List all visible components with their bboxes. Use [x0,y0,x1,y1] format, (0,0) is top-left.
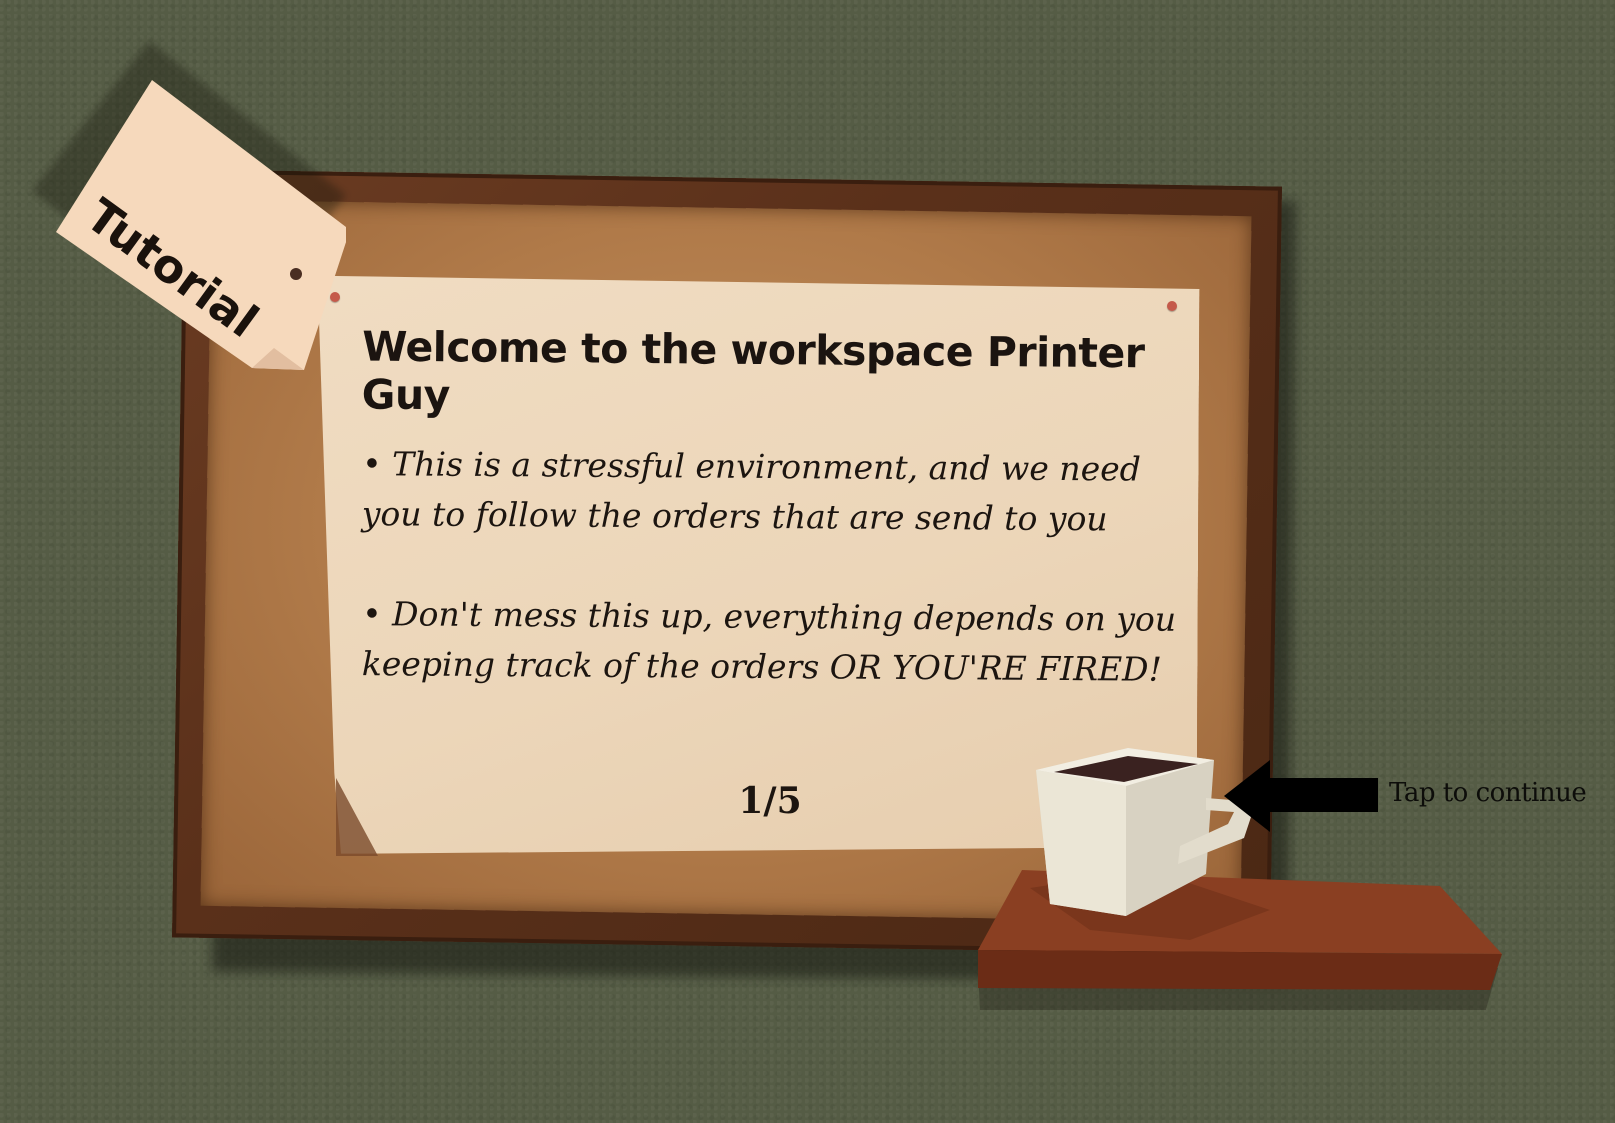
pin-icon [1167,301,1177,311]
tutorial-title: Welcome to the workspace Printer Guy [361,322,1145,420]
page-indicator: 1/5 [738,780,802,822]
tutorial-bullet-2: • Don't mess this up, everything depends… [361,594,1177,689]
tutorial-bullet-1: • This is a stressful environment, and w… [361,444,1141,539]
arrow-left-icon[interactable] [1224,760,1378,832]
tap-to-continue-label[interactable]: Tap to continue [1389,778,1587,808]
